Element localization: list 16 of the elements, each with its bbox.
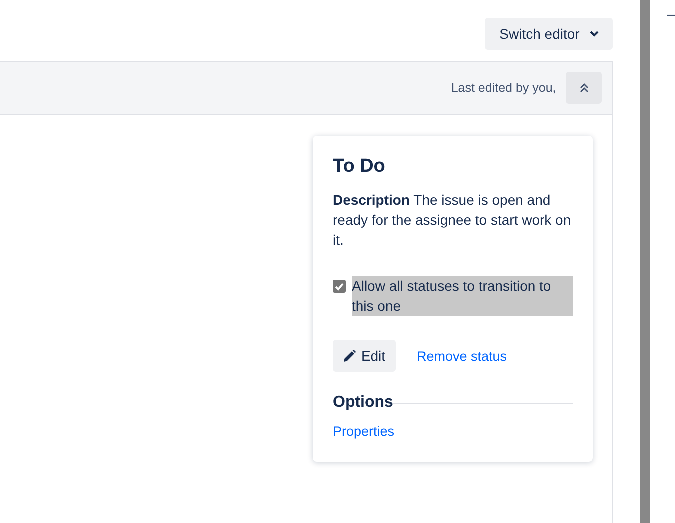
allow-all-label: Allow all statuses to transition to this one xyxy=(352,276,573,316)
pencil-icon xyxy=(343,350,356,362)
remove-status-link[interactable]: Remove status xyxy=(417,348,508,364)
status-title: To Do xyxy=(333,156,386,178)
double-chevron-up-icon xyxy=(580,83,589,93)
allow-all-checkbox[interactable] xyxy=(333,280,346,293)
options-heading: Options xyxy=(333,394,394,412)
last-edited-text: Last edited by you, xyxy=(451,81,556,95)
collapse-button[interactable] xyxy=(566,72,602,104)
properties-link[interactable]: Properties xyxy=(333,424,395,439)
switch-editor-button[interactable]: Switch editor xyxy=(485,18,614,50)
edit-button[interactable]: Edit xyxy=(333,340,396,372)
chevron-down-icon xyxy=(590,31,599,37)
status-description: Description The issue is open and ready for the assignee to start work on it. xyxy=(333,191,572,250)
dash-text: – xyxy=(667,6,675,22)
scrollbar[interactable] xyxy=(640,0,650,523)
